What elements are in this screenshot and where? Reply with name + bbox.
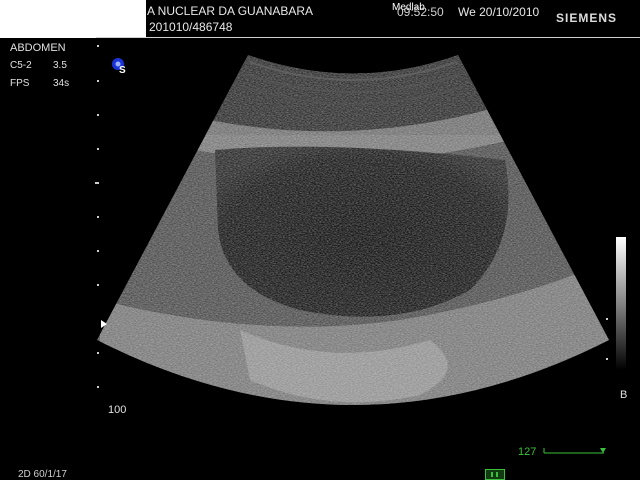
header-divider [96,37,640,38]
redacted-patient-name [0,0,146,38]
fps-label: FPS [10,78,30,89]
ultrasound-sector-image [95,45,609,405]
freeze-icon[interactable] [485,469,505,480]
fps-value: 34s [53,78,70,89]
probe-frequency: 3.5 [53,60,67,71]
scale-bar-icon [543,448,606,454]
sector-field [97,55,609,405]
footer-info: 2D 60/1/17 [18,469,67,480]
depth-label: 100 [108,404,127,416]
mode-label-b: B [620,389,628,401]
exam-type: ABDOMEN [10,42,66,54]
patient-id: 201010/486748 [149,20,233,34]
exam-date: We 20/10/2010 [458,5,540,19]
clinic-name: A NUCLEAR DA GUANABARA [147,4,314,18]
orientation-marker-icon: S [112,58,126,76]
grayscale-bar [616,237,626,370]
cursor-arrow-icon [101,320,107,328]
probe-name: C5-2 [10,60,32,71]
brand-logo: SIEMENS [556,11,618,25]
svg-text:S: S [119,65,126,76]
scale-value: 127 [518,446,537,458]
clock: 09:52:50 [397,5,444,19]
